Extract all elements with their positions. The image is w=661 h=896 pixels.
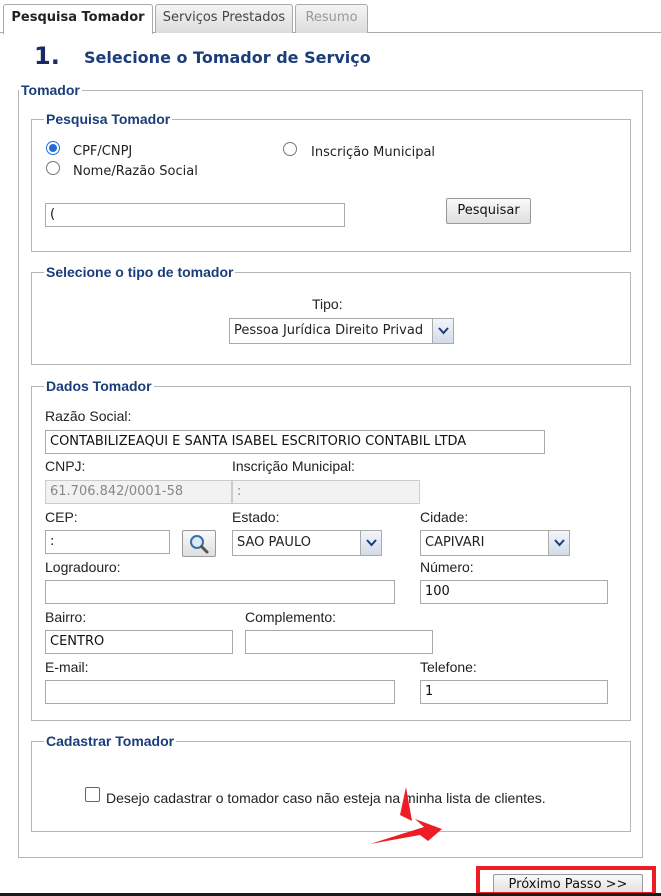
tipo-select[interactable]: Pessoa Jurídica Direito Privad bbox=[229, 318, 454, 344]
tipo-select-value: Pessoa Jurídica Direito Privad bbox=[234, 323, 424, 338]
annotation-arrow-icon bbox=[370, 787, 442, 844]
radio-nome-razao-label: Nome/Razão Social bbox=[73, 164, 198, 179]
cadastrar-fieldset: Cadastrar Tomador bbox=[31, 733, 631, 832]
cadastrar-legend: Cadastrar Tomador bbox=[46, 733, 175, 749]
estado-select-value: SAO PAULO bbox=[237, 535, 311, 550]
tipo-fieldset: Selecione o tipo de tomador bbox=[31, 264, 631, 365]
tipo-label: Tipo: bbox=[312, 296, 343, 312]
razao-social-input[interactable]: CONTABILIZEAQUI E SANTA ISABEL ESCRITORI… bbox=[45, 430, 545, 454]
tab-resumo: Resumo bbox=[295, 4, 368, 33]
radio-inscricao-municipal[interactable] bbox=[283, 142, 297, 156]
complemento-input[interactable] bbox=[245, 630, 433, 654]
numero-input[interactable]: 100 bbox=[420, 580, 608, 604]
inscricao-municipal-input: : bbox=[232, 480, 420, 504]
search-fieldset: Pesquisa Tomador bbox=[31, 111, 631, 252]
numero-label: Número: bbox=[420, 559, 474, 575]
telefone-label: Telefone: bbox=[420, 659, 477, 675]
cnpj-input: 61.706.842/0001-58 bbox=[45, 480, 232, 504]
pesquisar-button[interactable]: Pesquisar bbox=[446, 198, 531, 224]
inscricao-municipal-label: Inscrição Municipal: bbox=[232, 458, 355, 474]
cidade-label: Cidade: bbox=[420, 509, 469, 525]
bairro-input[interactable]: CENTRO bbox=[45, 630, 233, 654]
cadastrar-checkbox[interactable] bbox=[85, 787, 100, 802]
complemento-label: Complemento: bbox=[245, 609, 337, 625]
cep-search-button[interactable] bbox=[182, 530, 216, 557]
radio-cpf-cnpj-label: CPF/CNPJ bbox=[73, 144, 133, 159]
tab-servicos-prestados[interactable]: Serviços Prestados bbox=[155, 4, 293, 33]
radio-cpf-cnpj[interactable] bbox=[46, 141, 60, 155]
cep-label: CEP: bbox=[45, 509, 78, 525]
cadastrar-checkbox-label: Desejo cadastrar o tomador caso não este… bbox=[106, 790, 546, 806]
telefone-input[interactable]: 1 bbox=[420, 680, 608, 704]
chevron-down-icon[interactable] bbox=[548, 531, 569, 555]
step-number: 1. bbox=[34, 42, 60, 70]
tab-bar: Pesquisa Tomador Serviços Prestados Resu… bbox=[0, 0, 661, 34]
cidade-select[interactable]: CAPIVARI bbox=[420, 530, 570, 556]
tipo-legend: Selecione o tipo de tomador bbox=[46, 264, 234, 280]
tomador-legend: Tomador bbox=[21, 82, 80, 98]
logradouro-input[interactable] bbox=[45, 580, 395, 604]
radio-nome-razao[interactable] bbox=[46, 161, 60, 175]
radio-inscricao-municipal-label: Inscrição Municipal bbox=[311, 145, 436, 160]
cnpj-label: CNPJ: bbox=[45, 458, 86, 474]
cidade-select-value: CAPIVARI bbox=[425, 535, 485, 550]
dados-legend: Dados Tomador bbox=[46, 378, 152, 394]
search-input[interactable]: ( bbox=[45, 203, 345, 227]
highlight-box bbox=[476, 866, 656, 896]
email-label: E-mail: bbox=[45, 659, 89, 675]
chevron-down-icon[interactable] bbox=[432, 319, 453, 343]
chevron-down-icon[interactable] bbox=[360, 531, 381, 555]
tab-pesquisa-tomador[interactable]: Pesquisa Tomador bbox=[3, 4, 153, 34]
cep-input[interactable]: : bbox=[45, 530, 170, 554]
razao-social-label: Razão Social: bbox=[45, 408, 132, 424]
step-title: Selecione o Tomador de Serviço bbox=[84, 48, 371, 67]
estado-label: Estado: bbox=[232, 509, 280, 525]
search-legend: Pesquisa Tomador bbox=[46, 111, 171, 127]
bairro-label: Bairro: bbox=[45, 609, 87, 625]
email-input[interactable] bbox=[45, 680, 395, 704]
magnifier-icon bbox=[190, 535, 209, 554]
estado-select[interactable]: SAO PAULO bbox=[232, 530, 382, 556]
logradouro-label: Logradouro: bbox=[45, 559, 121, 575]
